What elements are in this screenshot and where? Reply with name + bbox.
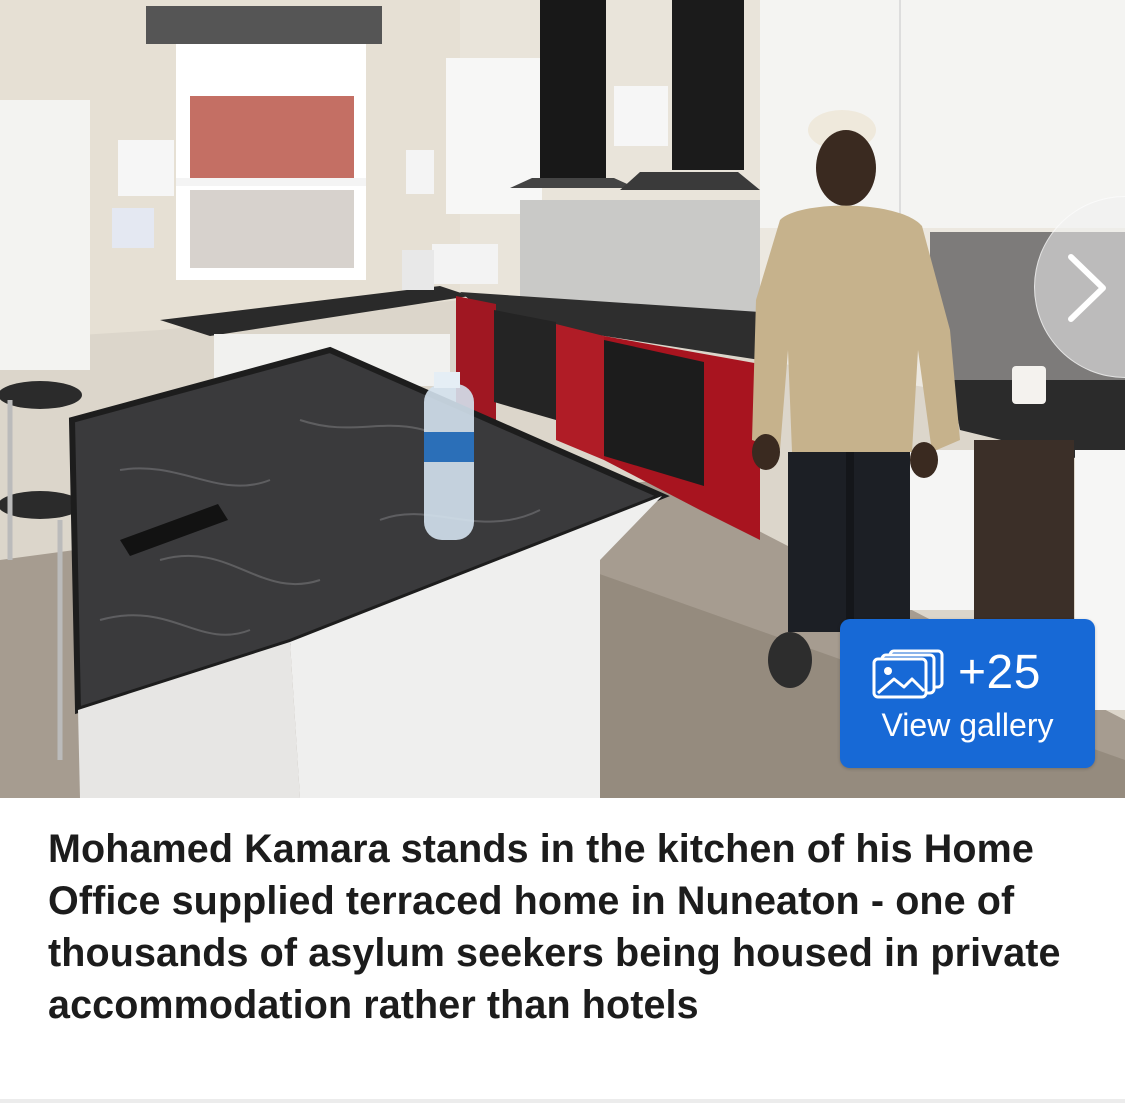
images-stack-icon <box>872 649 944 699</box>
divider <box>0 1099 1125 1103</box>
article-photo[interactable]: +25 View gallery <box>0 0 1125 798</box>
gallery-count: +25 <box>958 646 1041 699</box>
view-gallery-button[interactable]: +25 View gallery <box>840 619 1095 768</box>
photo-caption: Mohamed Kamara stands in the kitchen of … <box>48 827 1061 1027</box>
view-gallery-label: View gallery <box>881 707 1054 743</box>
chevron-right-icon <box>1068 254 1106 322</box>
